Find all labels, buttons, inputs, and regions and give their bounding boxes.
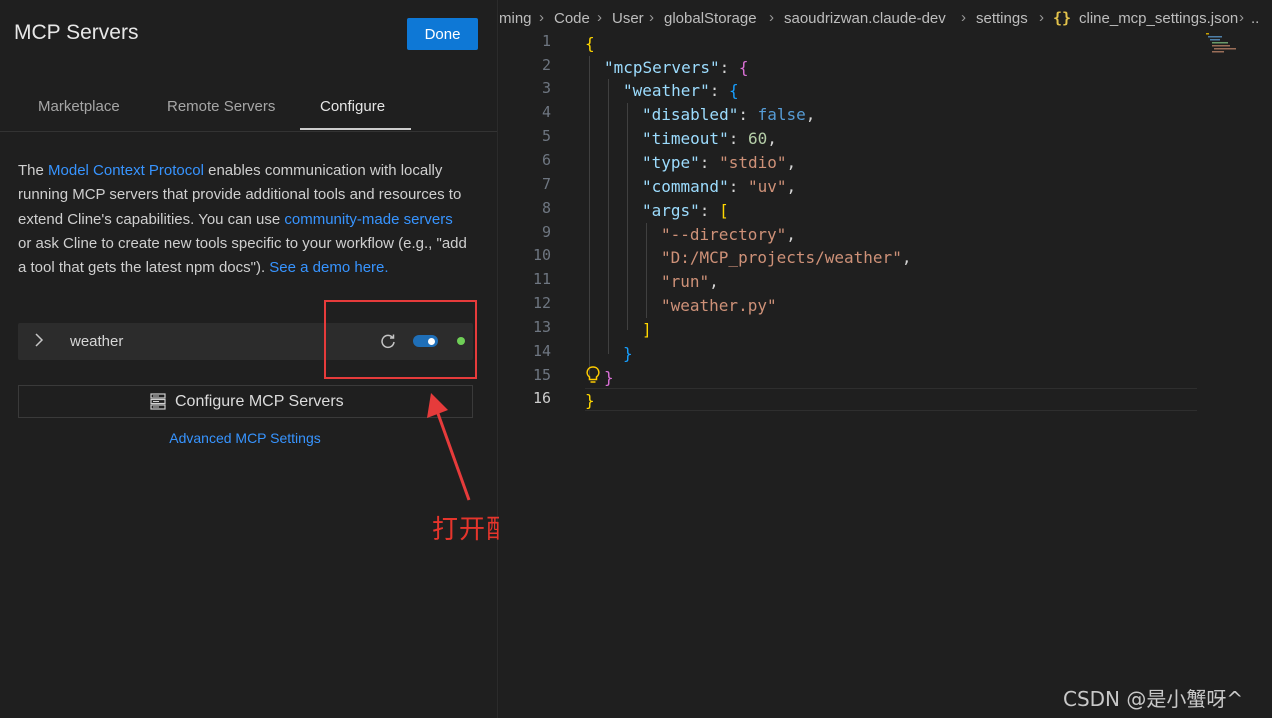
line-number: 13 — [532, 318, 551, 336]
description-part-1: The — [18, 162, 49, 179]
description-text: The Model Context Protocol enables commu… — [18, 159, 468, 280]
chevron-right-icon: › — [649, 9, 654, 26]
json-value: false — [757, 105, 806, 124]
json-value: "stdio" — [719, 153, 787, 172]
code-line-14: } — [623, 344, 633, 363]
code-line-12: "weather.py" — [661, 294, 777, 318]
json-key: "type" — [642, 153, 700, 172]
annotation-highlight-box — [324, 300, 477, 379]
code-line-16: } — [585, 391, 595, 410]
chevron-right-icon: › — [769, 9, 774, 26]
chevron-right-icon: › — [539, 9, 544, 26]
json-file-icon: {} — [1053, 9, 1072, 27]
breadcrumb-item[interactable]: User — [612, 10, 644, 27]
line-number: 11 — [532, 270, 551, 288]
line-number: 3 — [541, 79, 551, 97]
json-value: "--directory" — [661, 225, 787, 244]
code-editor[interactable]: ming › Code › User › globalStorage › sao… — [499, 0, 1272, 718]
minimap[interactable] — [1206, 32, 1242, 56]
code-line-1: { — [585, 32, 595, 56]
breadcrumb-item[interactable]: globalStorage — [664, 10, 757, 27]
code-line-6: "type": "stdio", — [642, 153, 797, 172]
json-key: "disabled" — [642, 105, 739, 124]
active-tab-indicator — [300, 128, 411, 130]
advanced-mcp-settings-link[interactable]: Advanced MCP Settings — [0, 430, 490, 446]
json-key: "command" — [642, 177, 729, 196]
chevron-right-icon: › — [597, 9, 602, 26]
indent-guide — [627, 103, 628, 330]
chevron-right-icon: › — [1039, 9, 1044, 26]
line-number: 2 — [541, 56, 551, 74]
json-value: "D:/MCP_projects/weather" — [661, 248, 902, 267]
json-key: "args" — [642, 201, 700, 220]
model-context-protocol-link[interactable]: Model Context Protocol — [48, 162, 204, 179]
brace: { — [585, 34, 595, 53]
configure-mcp-servers-label: Configure MCP Servers — [175, 393, 344, 410]
breadcrumb-file[interactable]: cline_mcp_settings.json — [1079, 10, 1238, 27]
code-line-4: "disabled": false, — [642, 105, 816, 124]
tab-remote-servers[interactable]: Remote Servers — [167, 98, 275, 115]
chevron-right-icon: › — [961, 9, 966, 26]
indent-guide — [608, 79, 609, 354]
json-key: "weather" — [623, 81, 710, 100]
breadcrumb: ming › Code › User › globalStorage › sao… — [499, 0, 1272, 38]
json-value: 60 — [747, 129, 768, 148]
code-line-8: "args": [ — [642, 201, 729, 220]
code-line-15: } — [604, 368, 614, 387]
current-line-number: 16 — [532, 389, 551, 407]
line-number: 8 — [541, 199, 551, 217]
breadcrumb-item[interactable]: Code — [554, 10, 590, 27]
tab-marketplace[interactable]: Marketplace — [38, 98, 120, 115]
chevron-right-icon: › — [1239, 9, 1244, 26]
tab-bar: Marketplace Remote Servers Configure — [0, 88, 497, 132]
line-number: 12 — [532, 294, 551, 312]
chevron-right-icon[interactable] — [32, 332, 46, 348]
json-value: "weather.py" — [661, 296, 777, 315]
code-line-7: "command": "uv", — [642, 177, 797, 196]
code-line-5: "timeout": 60, — [642, 129, 777, 148]
lightbulb-icon[interactable] — [586, 366, 600, 384]
line-number: 4 — [541, 103, 551, 121]
indent-guide — [646, 223, 647, 318]
json-value: "run" — [661, 272, 710, 291]
json-key: "mcpServers" — [604, 58, 720, 77]
current-line-border — [585, 388, 1197, 389]
line-number: 9 — [541, 223, 551, 241]
watermark: CSDN @是小蟹呀^ — [1063, 687, 1244, 711]
json-value: "uv" — [747, 177, 787, 196]
tab-configure[interactable]: Configure — [320, 98, 385, 115]
code-line-3: "weather": { — [623, 81, 739, 100]
breadcrumb-item[interactable]: saoudrizwan.claude-dev — [784, 10, 946, 27]
breadcrumb-item[interactable]: settings — [976, 10, 1028, 27]
description-part-3: or ask Cline to create new tools specifi… — [18, 234, 467, 277]
indent-guide — [589, 56, 590, 378]
json-key: "timeout" — [642, 129, 729, 148]
code-line-10: "D:/MCP_projects/weather", — [661, 248, 912, 267]
line-number: 14 — [532, 342, 551, 360]
line-number: 6 — [541, 151, 551, 169]
done-button[interactable]: Done — [407, 18, 478, 50]
code-line-2: "mcpServers": { — [604, 58, 749, 77]
code-line-13: ] — [642, 320, 652, 339]
breadcrumb-item[interactable]: .. — [1251, 10, 1259, 27]
line-number: 10 — [532, 246, 551, 264]
server-icon — [150, 393, 166, 410]
configure-mcp-servers-button[interactable]: Configure MCP Servers — [18, 385, 473, 418]
breadcrumb-item[interactable]: ming — [499, 10, 532, 27]
current-line-border — [585, 410, 1197, 411]
community-servers-link[interactable]: community-made servers — [284, 211, 452, 228]
line-number: 1 — [541, 32, 551, 50]
line-number: 15 — [532, 366, 551, 384]
code-line-9: "--directory", — [661, 225, 796, 244]
panel-title: MCP Servers — [14, 21, 139, 44]
line-number: 5 — [541, 127, 551, 145]
demo-link[interactable]: See a demo here. — [269, 259, 388, 276]
code-line-11: "run", — [661, 272, 719, 291]
server-name: weather — [70, 333, 124, 350]
line-number: 7 — [541, 175, 551, 193]
